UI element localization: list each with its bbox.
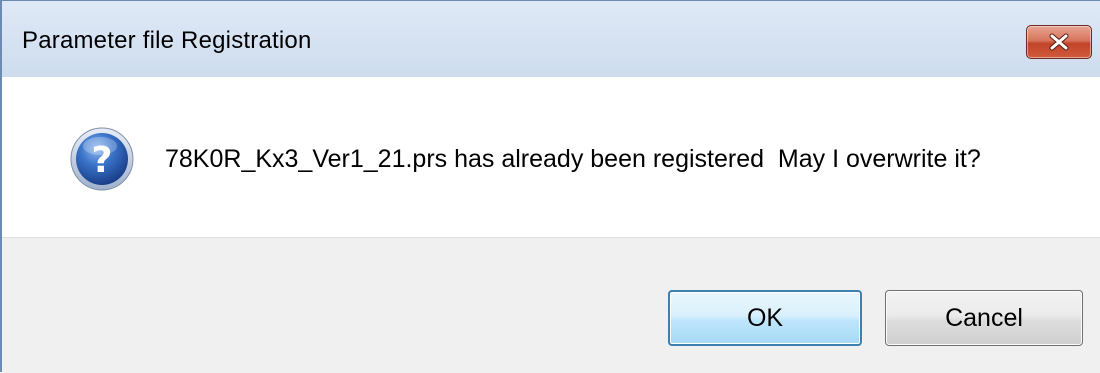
title-bar[interactable]: Parameter file Registration [2,1,1100,77]
question-icon: ? [70,127,134,191]
message-text: 78K0R_Kx3_Ver1_21.prs has already been r… [165,145,981,173]
close-button[interactable] [1026,25,1092,59]
button-bar: OK Cancel [2,237,1100,373]
ok-button[interactable]: OK [668,290,862,346]
dialog-window: Parameter file Registration ? 78K0R_Kx3_… [0,0,1100,373]
message-area: ? 78K0R_Kx3_Ver1_21.prs has already been… [2,77,1100,237]
cancel-button[interactable]: Cancel [885,290,1083,346]
window-title: Parameter file Registration [22,27,312,54]
close-icon [1048,33,1070,51]
svg-text:?: ? [92,140,113,181]
